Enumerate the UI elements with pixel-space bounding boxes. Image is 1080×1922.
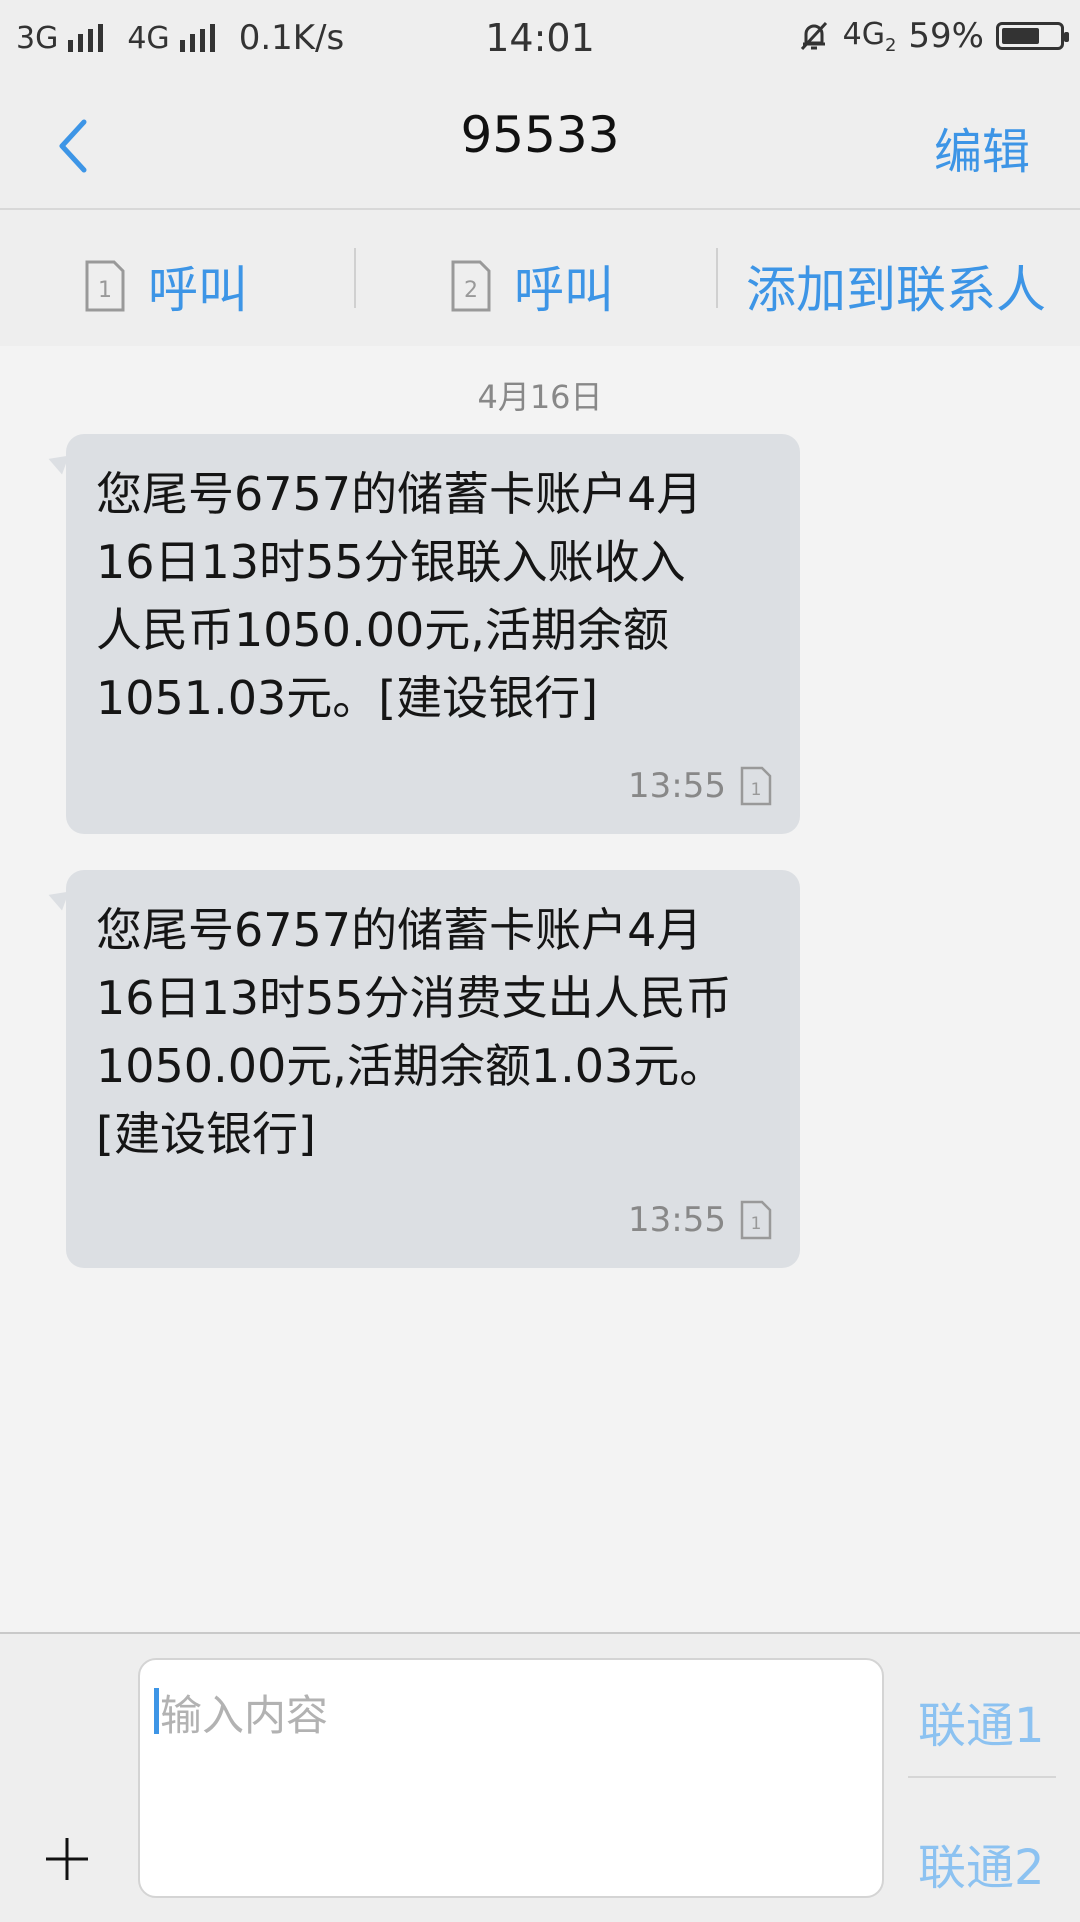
action-divider <box>354 248 356 308</box>
send-divider <box>908 1776 1056 1778</box>
message-meta: 13:55 1 <box>628 766 772 806</box>
sim-card-2-number: 2 <box>464 278 478 303</box>
date-separator: 4月16日 <box>477 378 603 416</box>
status-right: 4G2 59% <box>797 16 1069 56</box>
sim-card-1-icon: 1 <box>740 1200 772 1240</box>
edit-button[interactable]: 编辑 <box>934 112 1030 182</box>
status-bar: 3G 4G 0.1K/s 14:01 4G2 59% <box>0 0 1080 76</box>
message-sim-number: 1 <box>751 1214 762 1234</box>
sim-card-1-number: 1 <box>98 278 112 303</box>
sim-card-1-icon: 1 <box>740 766 772 806</box>
send-sim2-button[interactable]: 联通2 <box>918 1828 1045 1898</box>
back-chevron-icon[interactable] <box>40 106 120 186</box>
message-input[interactable]: 输入内容 <box>138 1658 884 1898</box>
contact-action-bar: 1 呼叫 2 呼叫 添加到联系人 <box>0 210 1080 346</box>
message-composer: 输入内容 联通1 联通2 <box>0 1632 1080 1922</box>
add-to-contacts-label: 添加到联系人 <box>746 261 1046 319</box>
battery-level <box>1002 28 1039 44</box>
conversation-title: 95533 <box>460 106 620 164</box>
message-time: 13:55 <box>628 1200 726 1240</box>
mute-bell-icon <box>800 21 827 51</box>
plus-icon[interactable] <box>42 1834 92 1884</box>
sim-card-2-icon: 2 <box>451 260 491 312</box>
message-text: 您尾号6757的储蓄卡账户4月 16日13时55分消费支出人民币 1050.00… <box>96 903 732 1161</box>
battery-icon <box>996 22 1069 50</box>
message-text: 您尾号6757的储蓄卡账户4月 16日13时55分银联入账收入 人民币1050.… <box>96 467 703 725</box>
add-to-contacts-button[interactable]: 添加到联系人 <box>746 250 1046 322</box>
header-bar: 95533 编辑 <box>0 76 1080 210</box>
call-sim1-button[interactable]: 1 呼叫 <box>84 250 248 322</box>
message-input-placeholder: 输入内容 <box>160 1691 329 1740</box>
battery-percent: 59% <box>908 16 984 56</box>
message-bubble[interactable]: 您尾号6757的储蓄卡账户4月 16日13时55分消费支出人民币 1050.00… <box>66 870 800 1268</box>
message-meta: 13:55 1 <box>628 1200 772 1240</box>
message-sim-number: 1 <box>751 780 762 800</box>
send-sim1-button[interactable]: 联通1 <box>918 1686 1045 1756</box>
network-sim-index: 2 <box>884 34 897 56</box>
call-sim2-button[interactable]: 2 呼叫 <box>450 250 614 322</box>
message-bubble[interactable]: 您尾号6757的储蓄卡账户4月 16日13时55分银联入账收入 人民币1050.… <box>66 434 800 834</box>
sim-card-1-icon: 1 <box>85 260 125 312</box>
call-sim1-label: 呼叫 <box>148 261 248 319</box>
network-type-right: 4G2 <box>842 16 897 56</box>
text-cursor <box>154 1688 159 1734</box>
action-divider <box>716 248 718 308</box>
message-time: 13:55 <box>628 766 726 806</box>
call-sim2-label: 呼叫 <box>514 261 614 319</box>
